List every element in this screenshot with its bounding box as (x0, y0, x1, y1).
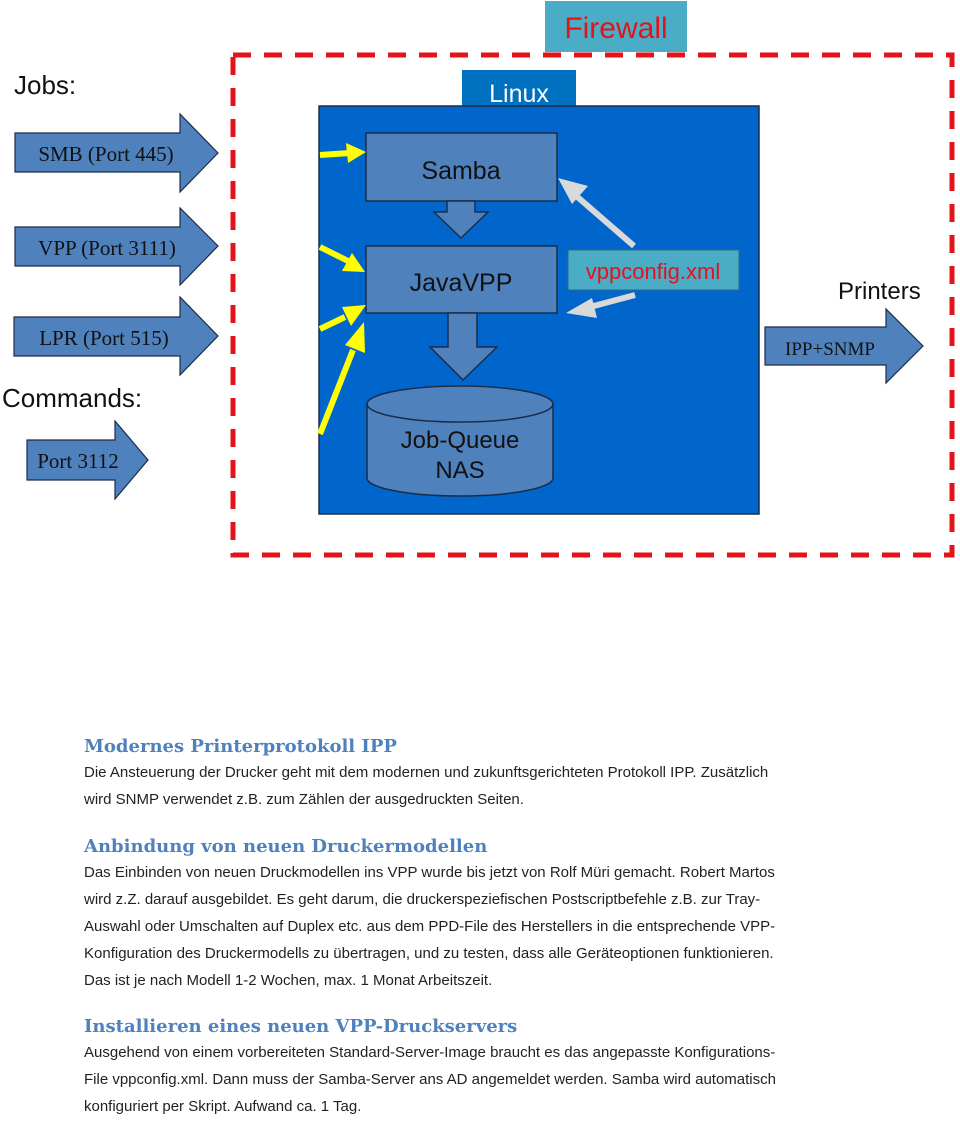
section-line: Das Einbinden von neuen Druckmodellen in… (84, 864, 775, 881)
vppconfig-label: vppconfig.xml (586, 259, 721, 284)
samba-label: Samba (421, 157, 500, 185)
section-heading: Anbindung von neuen Druckermodellen (84, 836, 488, 857)
section-heading: Installieren eines neuen VPP-Druckserver… (84, 1016, 518, 1037)
javavpp-label: JavaVPP (410, 269, 513, 297)
lpr-port-label: LPR (Port 515) (39, 326, 169, 350)
section-line: File vppconfig.xml. Dann muss der Samba-… (84, 1071, 776, 1088)
nas-label: NAS (435, 457, 484, 484)
printers-label: Printers (838, 278, 921, 305)
vpp-port-label: VPP (Port 3111) (38, 236, 176, 260)
section-druckermodelle: Anbindung von neuen Druckermodellen Das … (84, 835, 904, 994)
section-line: Auswahl oder Umschalten auf Duplex etc. … (84, 918, 776, 935)
command-port-label: Port 3112 (37, 449, 118, 473)
section-line: Ausgehend von einem vorbereiteten Standa… (84, 1044, 776, 1061)
section-heading: Modernes Printerprotokoll IPP (84, 736, 397, 757)
architecture-diagram: Firewall Linux Samba JavaVPP Job-Queue N… (2, 1, 955, 558)
section-line: Die Ansteuerung der Drucker geht mit dem… (84, 764, 769, 781)
commands-label: Commands: (2, 383, 142, 413)
firewall-label: Firewall (564, 12, 667, 45)
smb-input-arrow (319, 150, 351, 158)
section-line: wird z.Z. darauf ausgebildet. Es geht da… (84, 891, 761, 908)
job-queue-cylinder-top (366, 385, 554, 423)
ipp-snmp-label: IPP+SNMP (785, 339, 875, 360)
section-line: konfiguriert per Skript. Aufwand ca. 1 T… (84, 1098, 362, 1115)
jobs-label: Jobs: (14, 70, 76, 100)
smb-port-label: SMB (Port 445) (38, 142, 173, 166)
section-line: wird SNMP verwendet z.B. zum Zählen der … (84, 791, 524, 808)
section-line: Konfiguration des Druckermodells zu über… (84, 945, 774, 962)
section-line: Das ist je nach Modell 1-2 Wochen, max. … (84, 972, 493, 989)
linux-label: Linux (489, 80, 549, 108)
job-queue-label: Job-Queue (401, 427, 520, 454)
section-druckserver: Installieren eines neuen VPP-Druckserver… (84, 1015, 904, 1120)
section-ipp: Modernes Printerprotokoll IPP Die Ansteu… (84, 735, 904, 813)
